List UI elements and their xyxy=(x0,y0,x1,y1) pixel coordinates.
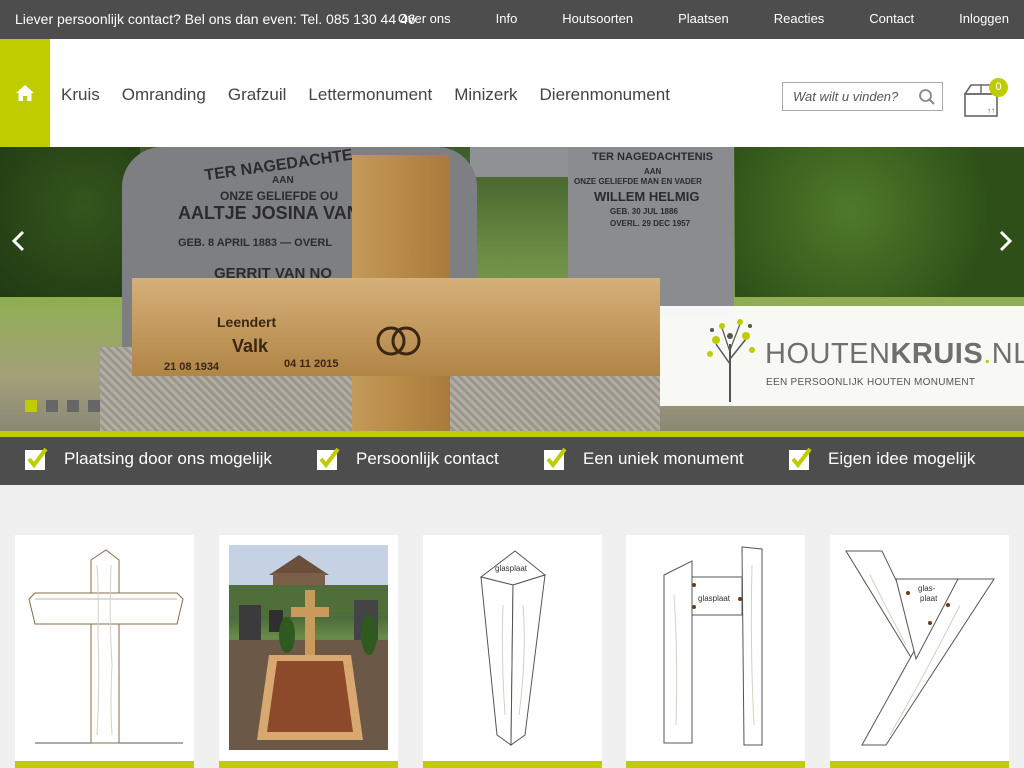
hero-slider: TER NAGEDACHTE AAN ONZE GELIEFDE OU AALT… xyxy=(0,147,1024,431)
cross-birth-date: 21 08 1934 xyxy=(164,361,220,373)
glasplaat-label: glasplaat xyxy=(698,594,731,603)
nav-grafzuil[interactable]: Grafzuil xyxy=(228,85,287,105)
usp-text: Persoonlijk contact xyxy=(356,449,499,468)
slider-next-arrow-icon[interactable] xyxy=(996,229,1014,253)
cross-sketch-icon xyxy=(28,549,184,744)
logo-dot: . xyxy=(983,338,992,370)
letter-h-sketch-icon: glasplaat xyxy=(663,546,763,746)
slider-dot-4[interactable] xyxy=(88,400,100,412)
slider-dots xyxy=(25,400,100,412)
home-button[interactable] xyxy=(0,39,50,147)
cross-death-date: 04 11 2015 xyxy=(284,358,339,370)
nav-omranding[interactable]: Omranding xyxy=(122,85,206,105)
checkbox-check-icon xyxy=(789,447,812,470)
top-links: Over ons Info Houtsoorten Plaatsen React… xyxy=(398,11,1009,26)
top-link-info[interactable]: Info xyxy=(496,11,518,26)
product-card-lettermonument[interactable]: glasplaat xyxy=(626,535,805,768)
checkbox-check-icon xyxy=(544,447,567,470)
top-link-inloggen[interactable]: Inloggen xyxy=(959,11,1009,26)
pillar-sketch-icon: glasplaat xyxy=(479,550,547,746)
slider-prev-arrow-icon[interactable] xyxy=(10,229,28,253)
logo-word-nl: NL xyxy=(991,338,1024,370)
usp-text: Plaatsing door ons mogelijk xyxy=(64,449,272,468)
main-nav: Kruis Omranding Grafzuil Lettermonument … xyxy=(61,85,692,105)
usp-item-contact: Persoonlijk contact xyxy=(316,447,499,471)
search-box xyxy=(782,82,943,111)
search-icon[interactable] xyxy=(918,88,936,106)
usp-text: Een uniek monument xyxy=(583,449,744,468)
glasplaat-label: glasplaat xyxy=(495,564,528,573)
contact-phone-text: Liever persoonlijk contact? Bel ons dan … xyxy=(15,11,416,27)
cross-first-name: Leendert xyxy=(217,314,277,330)
logo-name: HOUTENKRUIS.NL xyxy=(765,338,1024,371)
tree-logo-icon xyxy=(707,319,755,402)
stone-left-line-3: ONZE GELIEFDE OU xyxy=(220,189,339,203)
letter-y-sketch-icon: glas- plaat xyxy=(845,550,995,746)
stone-right-line-2: AAN xyxy=(644,167,662,176)
product-card-y-monument[interactable]: glas- plaat xyxy=(830,535,1009,768)
nav-kruis[interactable]: Kruis xyxy=(61,85,100,105)
nav-lettermonument[interactable]: Lettermonument xyxy=(308,85,432,105)
hedge-right xyxy=(735,147,1024,307)
card-accent-bar xyxy=(219,761,398,768)
checkbox-check-icon xyxy=(25,447,48,470)
omranding-photo xyxy=(229,545,388,750)
logo-word-houten: HOUTEN xyxy=(765,338,891,370)
stone-right-line-3: ONZE GELIEFDE MAN EN VADER xyxy=(574,177,702,186)
stone-left-line-2: AAN xyxy=(272,175,294,186)
stone-left-line-4: AALTJE JOSINA VAN xyxy=(178,203,360,223)
wedding-rings-icon xyxy=(376,326,421,356)
stone-right-line-5: GEB. 30 JUL 1886 xyxy=(610,207,678,216)
product-card-kruis[interactable] xyxy=(15,535,194,768)
stone-right-line-6: OVERL. 29 DEC 1957 xyxy=(610,219,691,228)
stone-right-line-1: TER NAGEDACHTENIS xyxy=(592,151,714,163)
usp-item-plaatsing: Plaatsing door ons mogelijk xyxy=(24,447,272,471)
stone-right-line-4: WILLEM HELMIG xyxy=(594,189,700,204)
top-link-plaatsen[interactable]: Plaatsen xyxy=(678,11,729,26)
product-card-grafzuil[interactable]: glasplaat xyxy=(423,535,602,768)
product-card-omranding[interactable] xyxy=(219,535,398,768)
glas-label-line2: plaat xyxy=(920,594,938,603)
top-link-reacties[interactable]: Reacties xyxy=(774,11,825,26)
main-header: Kruis Omranding Grafzuil Lettermonument … xyxy=(0,39,1024,147)
background-stone xyxy=(470,147,570,177)
top-bar: Liever persoonlijk contact? Bel ons dan … xyxy=(0,0,1024,39)
slider-dot-1[interactable] xyxy=(25,400,37,412)
usp-text: Eigen idee mogelijk xyxy=(828,449,976,468)
logo-word-kruis: KRUIS xyxy=(890,338,984,370)
cart-button[interactable]: ↑↑ 0 xyxy=(963,78,1008,118)
top-link-contact[interactable]: Contact xyxy=(869,11,914,26)
card-accent-bar xyxy=(830,761,1009,768)
card-accent-bar xyxy=(626,761,805,768)
checkbox-check-icon xyxy=(317,447,340,470)
card-accent-bar xyxy=(423,761,602,768)
top-link-over-ons[interactable]: Over ons xyxy=(398,11,451,26)
card-accent-bar xyxy=(15,761,194,768)
top-link-houtsoorten[interactable]: Houtsoorten xyxy=(562,11,633,26)
svg-text:↑↑: ↑↑ xyxy=(987,106,995,115)
nav-minizerk[interactable]: Minizerk xyxy=(454,85,517,105)
houtenkruis-logo: HOUTENKRUIS.NL EEN PERSOONLIJK HOUTEN MO… xyxy=(660,306,1024,406)
slider-dot-2[interactable] xyxy=(46,400,58,412)
grave-with-border-image xyxy=(229,545,388,750)
cart-count-badge: 0 xyxy=(989,78,1008,97)
usp-item-uniek: Een uniek monument xyxy=(543,447,744,471)
home-icon xyxy=(16,85,34,101)
usp-bar: Plaatsing door ons mogelijk Persoonlijk … xyxy=(0,437,1024,485)
stone-left-line-5: GEB. 8 APRIL 1883 — OVERL xyxy=(178,237,333,249)
usp-item-eigen-idee: Eigen idee mogelijk xyxy=(788,447,975,471)
search-input[interactable] xyxy=(783,83,913,110)
glas-label-line1: glas- xyxy=(918,584,936,593)
cross-last-name: Valk xyxy=(232,336,269,356)
slider-dot-3[interactable] xyxy=(67,400,79,412)
logo-tagline: EEN PERSOONLIJK HOUTEN MONUMENT xyxy=(766,377,976,388)
nav-dierenmonument[interactable]: Dierenmonument xyxy=(540,85,670,105)
